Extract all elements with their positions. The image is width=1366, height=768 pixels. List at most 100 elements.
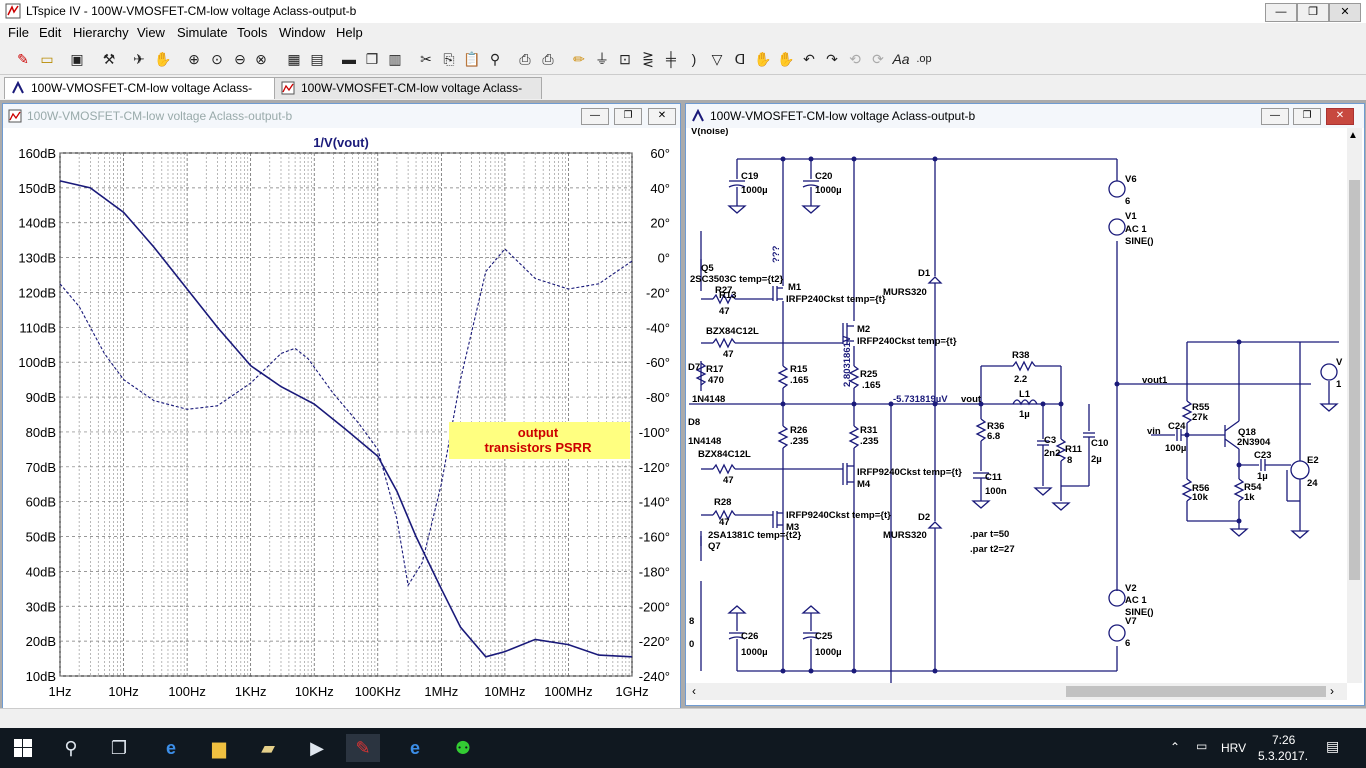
scroll-right-arrow[interactable]: › [1330, 684, 1334, 698]
clock-time[interactable]: 7:26 [1272, 733, 1295, 747]
mirror-icon[interactable]: ⟳ [868, 49, 888, 69]
zoom-out-icon[interactable]: ⊖ [230, 49, 250, 69]
tab-schematic[interactable]: 100W-VMOSFET-CM-low voltage Aclass-outpu… [4, 77, 276, 115]
menu-edit[interactable]: Edit [36, 25, 64, 40]
new-schematic-icon[interactable]: ✎ [13, 49, 33, 69]
redo-icon[interactable]: ↷ [822, 49, 842, 69]
horizontal-scroll-thumb[interactable] [1066, 686, 1326, 697]
label-e2: E2 [1307, 455, 1319, 466]
schematic-close-button[interactable]: ✕ [1326, 108, 1354, 125]
menu-view[interactable]: View [134, 25, 168, 40]
print-icon[interactable]: ⎙ [538, 49, 558, 69]
close-button[interactable]: ✕ [1329, 3, 1361, 22]
network-app-icon[interactable]: ⚉ [446, 734, 480, 762]
vertical-scrollbar[interactable]: ▲ [1347, 128, 1362, 683]
edge-icon[interactable]: e [154, 734, 188, 762]
print-preview-icon[interactable]: ⎙ [515, 49, 535, 69]
open-icon[interactable]: ▭ [37, 49, 57, 69]
network-icon[interactable]: ▭ [1196, 739, 1207, 753]
horizontal-scrollbar[interactable]: ‹ › [686, 683, 1347, 700]
tray-chevron-icon[interactable]: ⌃ [1170, 740, 1180, 754]
document-tabs: 100W-VMOSFET-CM-low voltage Aclass-outpu… [0, 75, 1366, 115]
menu-simulate[interactable]: Simulate [174, 25, 231, 40]
undo-icon[interactable]: ↶ [799, 49, 819, 69]
tile-vertical-icon[interactable]: ▬ [339, 49, 359, 69]
label-v2v: AC 1 [1125, 595, 1147, 606]
ltspice-icon[interactable]: ✎ [346, 734, 380, 762]
media-player-icon[interactable]: ▶ [300, 734, 334, 762]
component-icon[interactable]: ᗡ [730, 49, 750, 69]
move-icon[interactable]: ✋ [753, 49, 773, 69]
label-net-icon[interactable]: ⊡ [615, 49, 635, 69]
label-c20v: 1000µ [815, 185, 842, 196]
clock-date[interactable]: 5.3.2017. [1258, 749, 1308, 763]
start-icon[interactable] [14, 739, 32, 757]
cascade-icon[interactable]: ❐ [362, 49, 382, 69]
menu-tools[interactable]: Tools [234, 25, 270, 40]
scroll-left-arrow[interactable]: ‹ [692, 684, 696, 698]
notification-icon[interactable]: ▤ [1326, 738, 1339, 755]
zoom-in-icon[interactable]: ⊕ [184, 49, 204, 69]
waveform-minimize-button[interactable]: — [581, 108, 609, 125]
minimize-button[interactable]: — [1265, 3, 1297, 22]
waveform-icon [281, 81, 295, 95]
label-1n4148-a: 1N4148 [692, 394, 725, 405]
ground-icon[interactable]: ⏚ [592, 49, 612, 69]
menu-help[interactable]: Help [333, 25, 366, 40]
text-icon[interactable]: Aa [891, 49, 911, 69]
halt-icon[interactable]: ✋ [153, 49, 173, 69]
waveform-close-button[interactable]: ✕ [648, 108, 676, 125]
label-c11: C11 [985, 472, 1003, 483]
copy-icon[interactable]: ⎘ [439, 49, 459, 69]
vertical-scroll-thumb[interactable] [1349, 180, 1360, 580]
task-view-icon[interactable]: ❐ [102, 734, 136, 762]
label-c25: C25 [815, 631, 833, 642]
tile-icon[interactable]: ▥ [385, 49, 405, 69]
windows-taskbar: ⚲ ❐ e ▆ ▰ ▶ ✎ e ⚉ ⌃ ▭ HRV 7:26 5.3.2017.… [0, 728, 1366, 768]
tile-horizontal-icon[interactable]: ▤ [307, 49, 327, 69]
control-panel-icon[interactable]: ⚒ [99, 49, 119, 69]
search-icon[interactable]: ⚲ [54, 734, 88, 762]
label-v1: V1 [1125, 211, 1137, 222]
zoom-fit-icon[interactable]: ⊗ [251, 49, 271, 69]
label-par2: .par t2=27 [970, 544, 1015, 555]
label-qqq: ??? [771, 245, 782, 263]
drag-icon[interactable]: ✋ [776, 49, 796, 69]
diode-icon[interactable]: ▽ [707, 49, 727, 69]
wire-icon[interactable]: ✏ [569, 49, 589, 69]
y-left-tick-label: 140dB [18, 216, 56, 231]
tab-waveform[interactable]: 100W-VMOSFET-CM-low voltage Aclass-outpu… [274, 77, 542, 115]
label-m1p: IRFP240Ckst temp={t} [786, 294, 886, 305]
spice-directive-icon[interactable]: .op [914, 49, 934, 69]
language-indicator[interactable]: HRV [1221, 741, 1246, 755]
menu-hierarchy[interactable]: Hierarchy [70, 25, 132, 40]
waveform-restore-button[interactable]: ❐ [614, 108, 642, 125]
capacitor-icon[interactable]: ╪ [661, 49, 681, 69]
resistor-icon[interactable]: ⋛ [638, 49, 658, 69]
y-right-tick-label: -140° [639, 495, 670, 510]
menu-file[interactable]: File [5, 25, 32, 40]
save-icon[interactable]: ▣ [67, 49, 87, 69]
waveform-plot[interactable]: 1Hz 10Hz 100Hz 1KHz 10KHz 100KHz 1MHz 10MHz 100M… [3, 129, 680, 707]
restore-button[interactable]: ❐ [1297, 3, 1329, 22]
scroll-up-arrow[interactable]: ▲ [1348, 130, 1358, 141]
find-icon[interactable]: ⚲ [485, 49, 505, 69]
schematic-minimize-button[interactable]: — [1261, 108, 1289, 125]
paste-icon[interactable]: 📋 [462, 49, 482, 69]
schematic-canvas[interactable]: V(noise) C19 1000µ C20 1000µ V6 6 V1 AC … [686, 128, 1346, 683]
autoscale-icon[interactable]: ▦ [284, 49, 304, 69]
run-icon[interactable]: ✈ [129, 49, 149, 69]
file-explorer-icon[interactable]: ▆ [202, 734, 236, 762]
zoom-pan-icon[interactable]: ⊙ [207, 49, 227, 69]
label-c11v: 100n [985, 486, 1007, 497]
schematic-restore-button[interactable]: ❐ [1293, 108, 1321, 125]
internet-explorer-icon[interactable]: e [398, 734, 432, 762]
rotate-icon[interactable]: ⟲ [845, 49, 865, 69]
label-r15: R15 [790, 364, 808, 375]
x-tick-label: 100KHz [355, 684, 401, 699]
cut-icon[interactable]: ✂ [416, 49, 436, 69]
inductor-icon[interactable]: ) [684, 49, 704, 69]
menu-window[interactable]: Window [276, 25, 328, 40]
label-r17: R17 [706, 364, 723, 375]
file-manager-icon[interactable]: ▰ [251, 734, 285, 762]
